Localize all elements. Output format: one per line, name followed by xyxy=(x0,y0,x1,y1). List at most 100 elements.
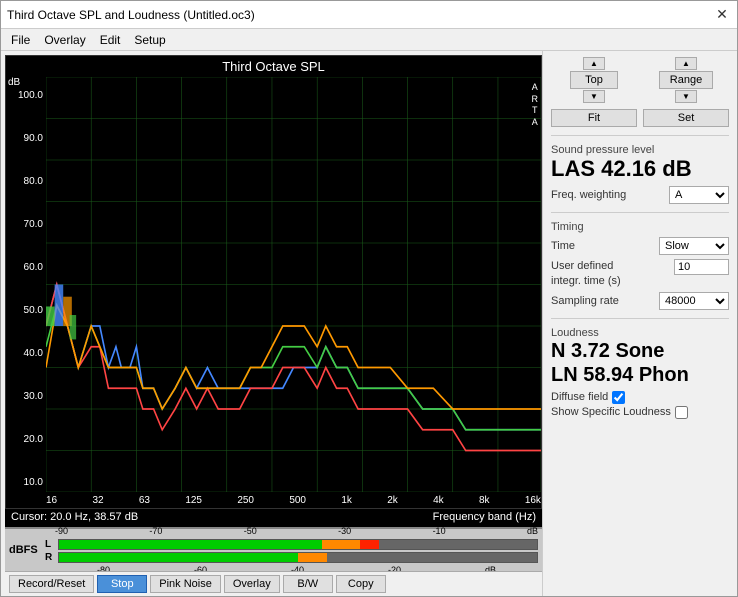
l-bar-row: L xyxy=(45,539,538,550)
range-label-button[interactable]: Range xyxy=(659,71,713,89)
bw-button[interactable]: B/W xyxy=(283,575,333,593)
y-label-80: 80.0 xyxy=(24,176,43,187)
y-label-60: 60.0 xyxy=(24,262,43,273)
show-specific-row: Show Specific Loudness xyxy=(551,406,729,419)
range-up-button[interactable]: ▲ xyxy=(675,57,697,70)
menu-overlay[interactable]: Overlay xyxy=(38,32,91,48)
loudness-section: Loudness N 3.72 Sone LN 58.94 Phon Diffu… xyxy=(551,327,729,419)
y-label-10: 10.0 xyxy=(24,477,43,488)
level-bars: -90 -70 -50 -30 -10 dB L xyxy=(45,526,538,575)
time-select[interactable]: Slow Fast Impulse xyxy=(659,237,729,255)
diffuse-field-row: Diffuse field xyxy=(551,391,729,404)
y-axis-title: dB xyxy=(8,77,43,88)
chart-svg xyxy=(46,77,541,492)
tick-minus90: -90 xyxy=(55,526,68,536)
tick-minus10: -10 xyxy=(433,526,446,536)
y-label-20: 20.0 xyxy=(24,434,43,445)
diffuse-field-checkbox[interactable] xyxy=(612,391,625,404)
main-content: Third Octave SPL dB 100.0 90.0 80.0 70.0… xyxy=(1,51,737,596)
pink-noise-button[interactable]: Pink Noise xyxy=(150,575,221,593)
menu-edit[interactable]: Edit xyxy=(94,32,127,48)
r-bar-fill-orange xyxy=(298,553,327,562)
time-label: Time xyxy=(551,240,575,252)
x-label-16: 16 xyxy=(46,495,57,506)
x-label-500: 500 xyxy=(289,495,306,506)
tick-minus30: -30 xyxy=(338,526,351,536)
y-label-90: 90.0 xyxy=(24,133,43,144)
tick-db-right: dB xyxy=(527,526,538,536)
fit-button[interactable]: Fit xyxy=(551,109,637,127)
user-defined-label: User definedintegr. time (s) xyxy=(551,259,621,288)
dbfs-area: dBFS -90 -70 -50 -30 -10 dB L xyxy=(5,527,542,571)
show-specific-label: Show Specific Loudness xyxy=(551,406,671,418)
timing-section: Timing Time Slow Fast Impulse User defin… xyxy=(551,221,729,310)
overlay-button[interactable]: Overlay xyxy=(224,575,280,593)
range-control: ▲ Range ▼ xyxy=(643,57,729,103)
chart-area: Third Octave SPL dB 100.0 90.0 80.0 70.0… xyxy=(5,55,542,509)
x-axis: 16 32 63 125 250 500 1k 2k 4k 8k 16k xyxy=(6,492,541,508)
window-title: Third Octave SPL and Loudness (Untitled.… xyxy=(7,8,255,22)
x-label-32: 32 xyxy=(92,495,103,506)
x-label-2k: 2k xyxy=(387,495,398,506)
y-axis: dB 100.0 90.0 80.0 70.0 60.0 50.0 40.0 3… xyxy=(6,77,46,492)
chart-container: Third Octave SPL dB 100.0 90.0 80.0 70.0… xyxy=(5,55,542,596)
spl-section-label: Sound pressure level xyxy=(551,144,729,156)
freq-weighting-label: Freq. weighting xyxy=(551,189,626,201)
r-label: R xyxy=(45,552,55,563)
range-controls: ▲ Top ▼ ▲ Range ▼ Fit Set xyxy=(551,57,729,127)
x-label-125: 125 xyxy=(185,495,202,506)
tick-minus70: -70 xyxy=(149,526,162,536)
freq-weighting-row: Freq. weighting A B C Z xyxy=(551,186,729,204)
dbfs-label: dBFS xyxy=(9,544,39,556)
y-label-100: 100.0 xyxy=(18,90,43,101)
r-bar-fill-green xyxy=(59,553,298,562)
sampling-rate-row: Sampling rate 48000 44100 96000 xyxy=(551,292,729,310)
sampling-rate-select[interactable]: 48000 44100 96000 xyxy=(659,292,729,310)
freq-band-label: Frequency band (Hz) xyxy=(427,509,542,527)
sampling-rate-label: Sampling rate xyxy=(551,295,619,307)
loudness-ln-value: LN 58.94 Phon xyxy=(551,363,729,387)
x-label-250: 250 xyxy=(237,495,254,506)
time-row: Time Slow Fast Impulse xyxy=(551,237,729,255)
tick-minus50: -50 xyxy=(244,526,257,536)
l-label: L xyxy=(45,539,55,550)
top-button[interactable]: Top xyxy=(570,71,618,89)
diffuse-field-label: Diffuse field xyxy=(551,391,608,403)
chart-plot: ARTA xyxy=(46,77,541,492)
show-specific-checkbox[interactable] xyxy=(675,406,688,419)
range-down-button[interactable]: ▼ xyxy=(675,90,697,103)
x-label-63: 63 xyxy=(139,495,150,506)
l-bar-track xyxy=(58,539,538,550)
timing-section-label: Timing xyxy=(551,221,729,233)
y-label-30: 30.0 xyxy=(24,391,43,402)
menu-setup[interactable]: Setup xyxy=(128,32,171,48)
menu-file[interactable]: File xyxy=(5,32,36,48)
x-label-8k: 8k xyxy=(479,495,490,506)
menu-bar: File Overlay Edit Setup xyxy=(1,29,737,51)
freq-weighting-select[interactable]: A B C Z xyxy=(669,186,729,204)
stop-button[interactable]: Stop xyxy=(97,575,147,593)
main-window: Third Octave SPL and Loudness (Untitled.… xyxy=(0,0,738,597)
copy-button[interactable]: Copy xyxy=(336,575,386,593)
y-label-50: 50.0 xyxy=(24,305,43,316)
title-bar: Third Octave SPL and Loudness (Untitled.… xyxy=(1,1,737,29)
info-bar: Cursor: 20.0 Hz, 38.57 dB Frequency band… xyxy=(5,509,542,527)
x-label-16k: 16k xyxy=(525,495,541,506)
cursor-info: Cursor: 20.0 Hz, 38.57 dB xyxy=(5,509,427,527)
l-bar-fill-red xyxy=(360,540,379,549)
r-bar-row: R xyxy=(45,552,538,563)
x-label-4k: 4k xyxy=(433,495,444,506)
l-bar-fill-orange xyxy=(322,540,360,549)
loudness-n-value: N 3.72 Sone xyxy=(551,339,729,363)
top-down-button[interactable]: ▼ xyxy=(583,90,605,103)
close-button[interactable]: ✕ xyxy=(713,6,731,24)
top-up-button[interactable]: ▲ xyxy=(583,57,605,70)
chart-title: Third Octave SPL xyxy=(6,56,541,77)
y-label-40: 40.0 xyxy=(24,348,43,359)
user-defined-input[interactable] xyxy=(674,259,729,275)
spl-value: LAS 42.16 dB xyxy=(551,156,729,182)
set-button[interactable]: Set xyxy=(643,109,729,127)
loudness-section-label: Loudness xyxy=(551,327,729,339)
record-reset-button[interactable]: Record/Reset xyxy=(9,575,94,593)
r-bar-track xyxy=(58,552,538,563)
